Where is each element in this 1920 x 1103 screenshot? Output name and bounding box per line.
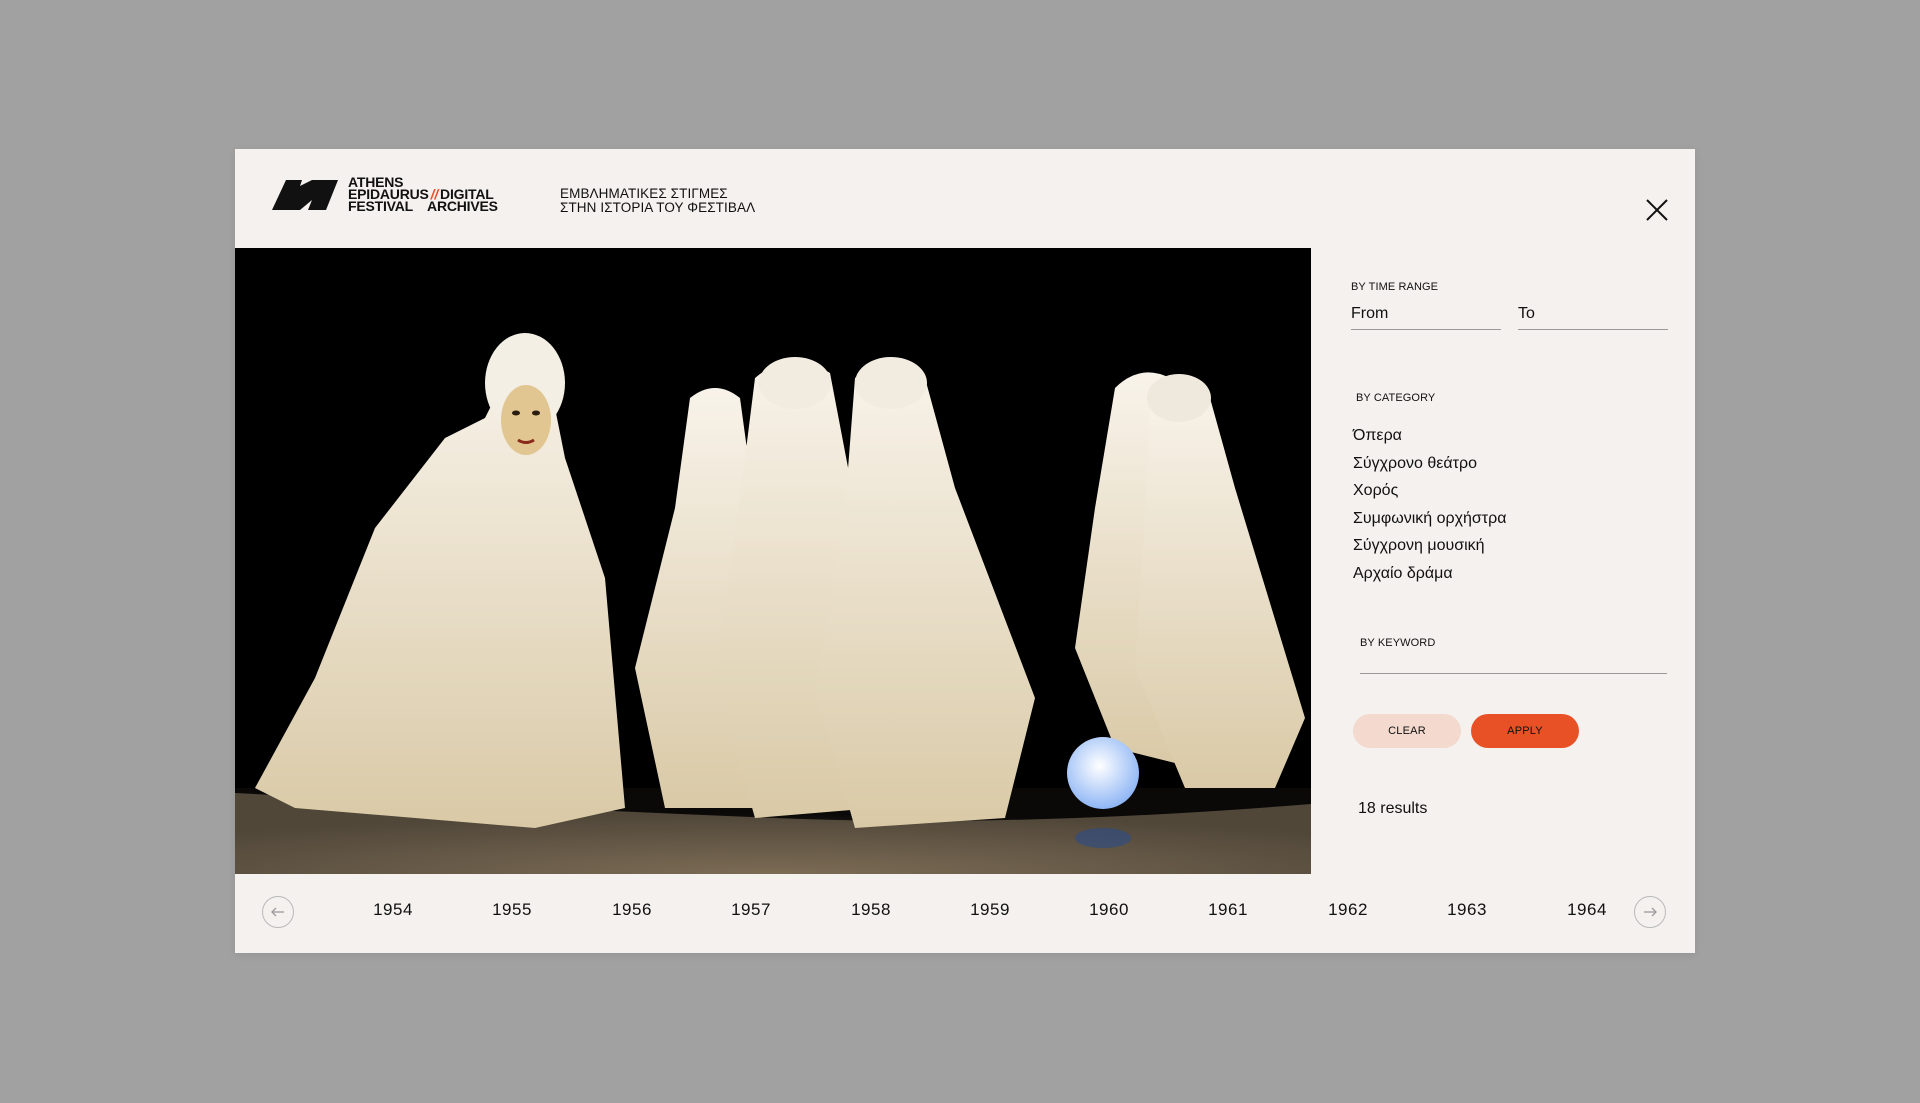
clear-button[interactable]: CLEAR [1353, 714, 1461, 748]
year-1961[interactable]: 1961 [1193, 900, 1263, 920]
time-range-label: BY TIME RANGE [1351, 281, 1439, 293]
category-item-symphony-orchestra[interactable]: Συμφωνική ορχήστρα [1353, 505, 1691, 533]
category-item-contemporary-music[interactable]: Σύγχρονη μουσική [1353, 532, 1691, 560]
year-1956[interactable]: 1956 [597, 900, 667, 920]
keyword-input[interactable] [1360, 663, 1667, 674]
year-1960[interactable]: 1960 [1074, 900, 1144, 920]
year-1958[interactable]: 1958 [836, 900, 906, 920]
from-year-field[interactable]: From [1351, 305, 1501, 330]
year-timeline: 1954 1955 1956 1957 1958 1959 1960 1961 … [235, 874, 1695, 953]
logo-wordmark: ATHENS EPIDAURUS // DIGITAL FESTIVAL ARC… [348, 175, 498, 214]
tagline-line-1: ΕΜΒΛΗΜΑΤΙΚΕΣ ΣΤΙΓΜΕΣ [560, 186, 728, 201]
results-count: 18 results [1358, 800, 1428, 817]
arrow-right-icon [1644, 907, 1657, 917]
tagline-line-2: ΣΤΗΝ ΙΣΤΟΡΙΑ ΤΟΥ ΦΕΣΤΙΒΑΛ [560, 200, 756, 215]
year-1964[interactable]: 1964 [1552, 900, 1622, 920]
performance-photo-image [235, 248, 1311, 874]
to-year-field[interactable]: To [1518, 305, 1668, 330]
year-1962[interactable]: 1962 [1313, 900, 1383, 920]
year-1959[interactable]: 1959 [955, 900, 1025, 920]
featured-photo[interactable] [235, 248, 1311, 874]
filter-actions: CLEAR APPLY [1353, 714, 1691, 748]
category-item-contemporary-theatre[interactable]: Σύγχρονο θεάτρο [1353, 450, 1691, 478]
close-button[interactable] [1641, 194, 1673, 226]
keyword-label: BY KEYWORD [1360, 637, 1436, 649]
filter-panel: BY TIME RANGE From To BY CATEGORY Όπερα … [1351, 281, 1691, 818]
timeline-prev-button[interactable] [262, 896, 294, 928]
apply-button[interactable]: APPLY [1471, 714, 1579, 748]
archive-modal: ATHENS EPIDAURUS // DIGITAL FESTIVAL ARC… [235, 149, 1695, 953]
page-tagline: ΕΜΒΛΗΜΑΤΙΚΕΣ ΣΤΙΓΜΕΣ ΣΤΗΝ ΙΣΤΟΡΙΑ ΤΟΥ ΦΕ… [560, 187, 755, 215]
logo-line-archives: ARCHIVES [427, 198, 498, 214]
category-label: BY CATEGORY [1356, 392, 1436, 404]
arrow-left-icon [271, 907, 284, 917]
time-range-fields: From To [1351, 305, 1691, 330]
category-item-ancient-drama[interactable]: Αρχαίο δράμα [1353, 560, 1691, 588]
category-list: Όπερα Σύγχρονο θεάτρο Χορός Συμφωνική ορ… [1353, 422, 1691, 587]
year-1963[interactable]: 1963 [1432, 900, 1502, 920]
year-1957[interactable]: 1957 [716, 900, 786, 920]
year-1954[interactable]: 1954 [358, 900, 428, 920]
festival-logo[interactable]: ATHENS EPIDAURUS // DIGITAL FESTIVAL ARC… [270, 175, 498, 214]
logo-mark-icon [272, 180, 338, 210]
logo-line-festival: FESTIVAL [348, 198, 414, 214]
timeline-next-button[interactable] [1634, 896, 1666, 928]
close-icon [1646, 199, 1668, 221]
category-item-opera[interactable]: Όπερα [1353, 422, 1691, 450]
year-1955[interactable]: 1955 [477, 900, 547, 920]
category-item-dance[interactable]: Χορός [1353, 477, 1691, 505]
